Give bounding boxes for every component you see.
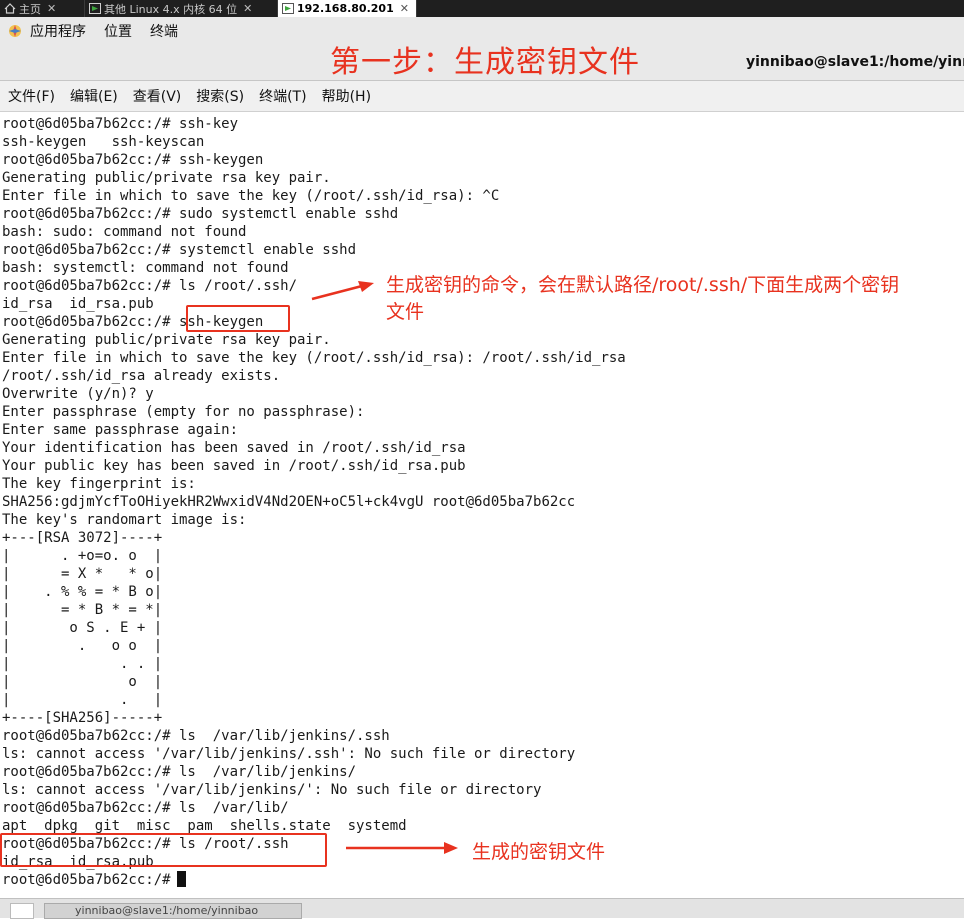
- show-desktop-button[interactable]: [10, 903, 34, 919]
- taskbar-window-item[interactable]: yinnibao@slave1:/home/yinnibao: [44, 903, 302, 919]
- files-annotation-note: 生成的密钥文件: [472, 841, 606, 863]
- keygen-note-line2: 文件: [386, 301, 425, 323]
- taskbar: yinnibao@slave1:/home/yinnibao: [0, 898, 964, 919]
- keygen-note-line1: 生成密钥的命令，会在默认路径/root/.ssh/下面生成两个密钥: [386, 274, 900, 296]
- arrow-to-keygen-note: [311, 281, 374, 301]
- taskbar-item-label: yinnibao@slave1:/home/yinnibao: [75, 904, 259, 917]
- keygen-annotation-note: 生成密钥的命令，会在默认路径/root/.ssh/下面生成两个密钥 文件: [386, 272, 899, 326]
- annotation-arrows: [311, 281, 458, 854]
- arrow-to-files-note: [346, 842, 458, 854]
